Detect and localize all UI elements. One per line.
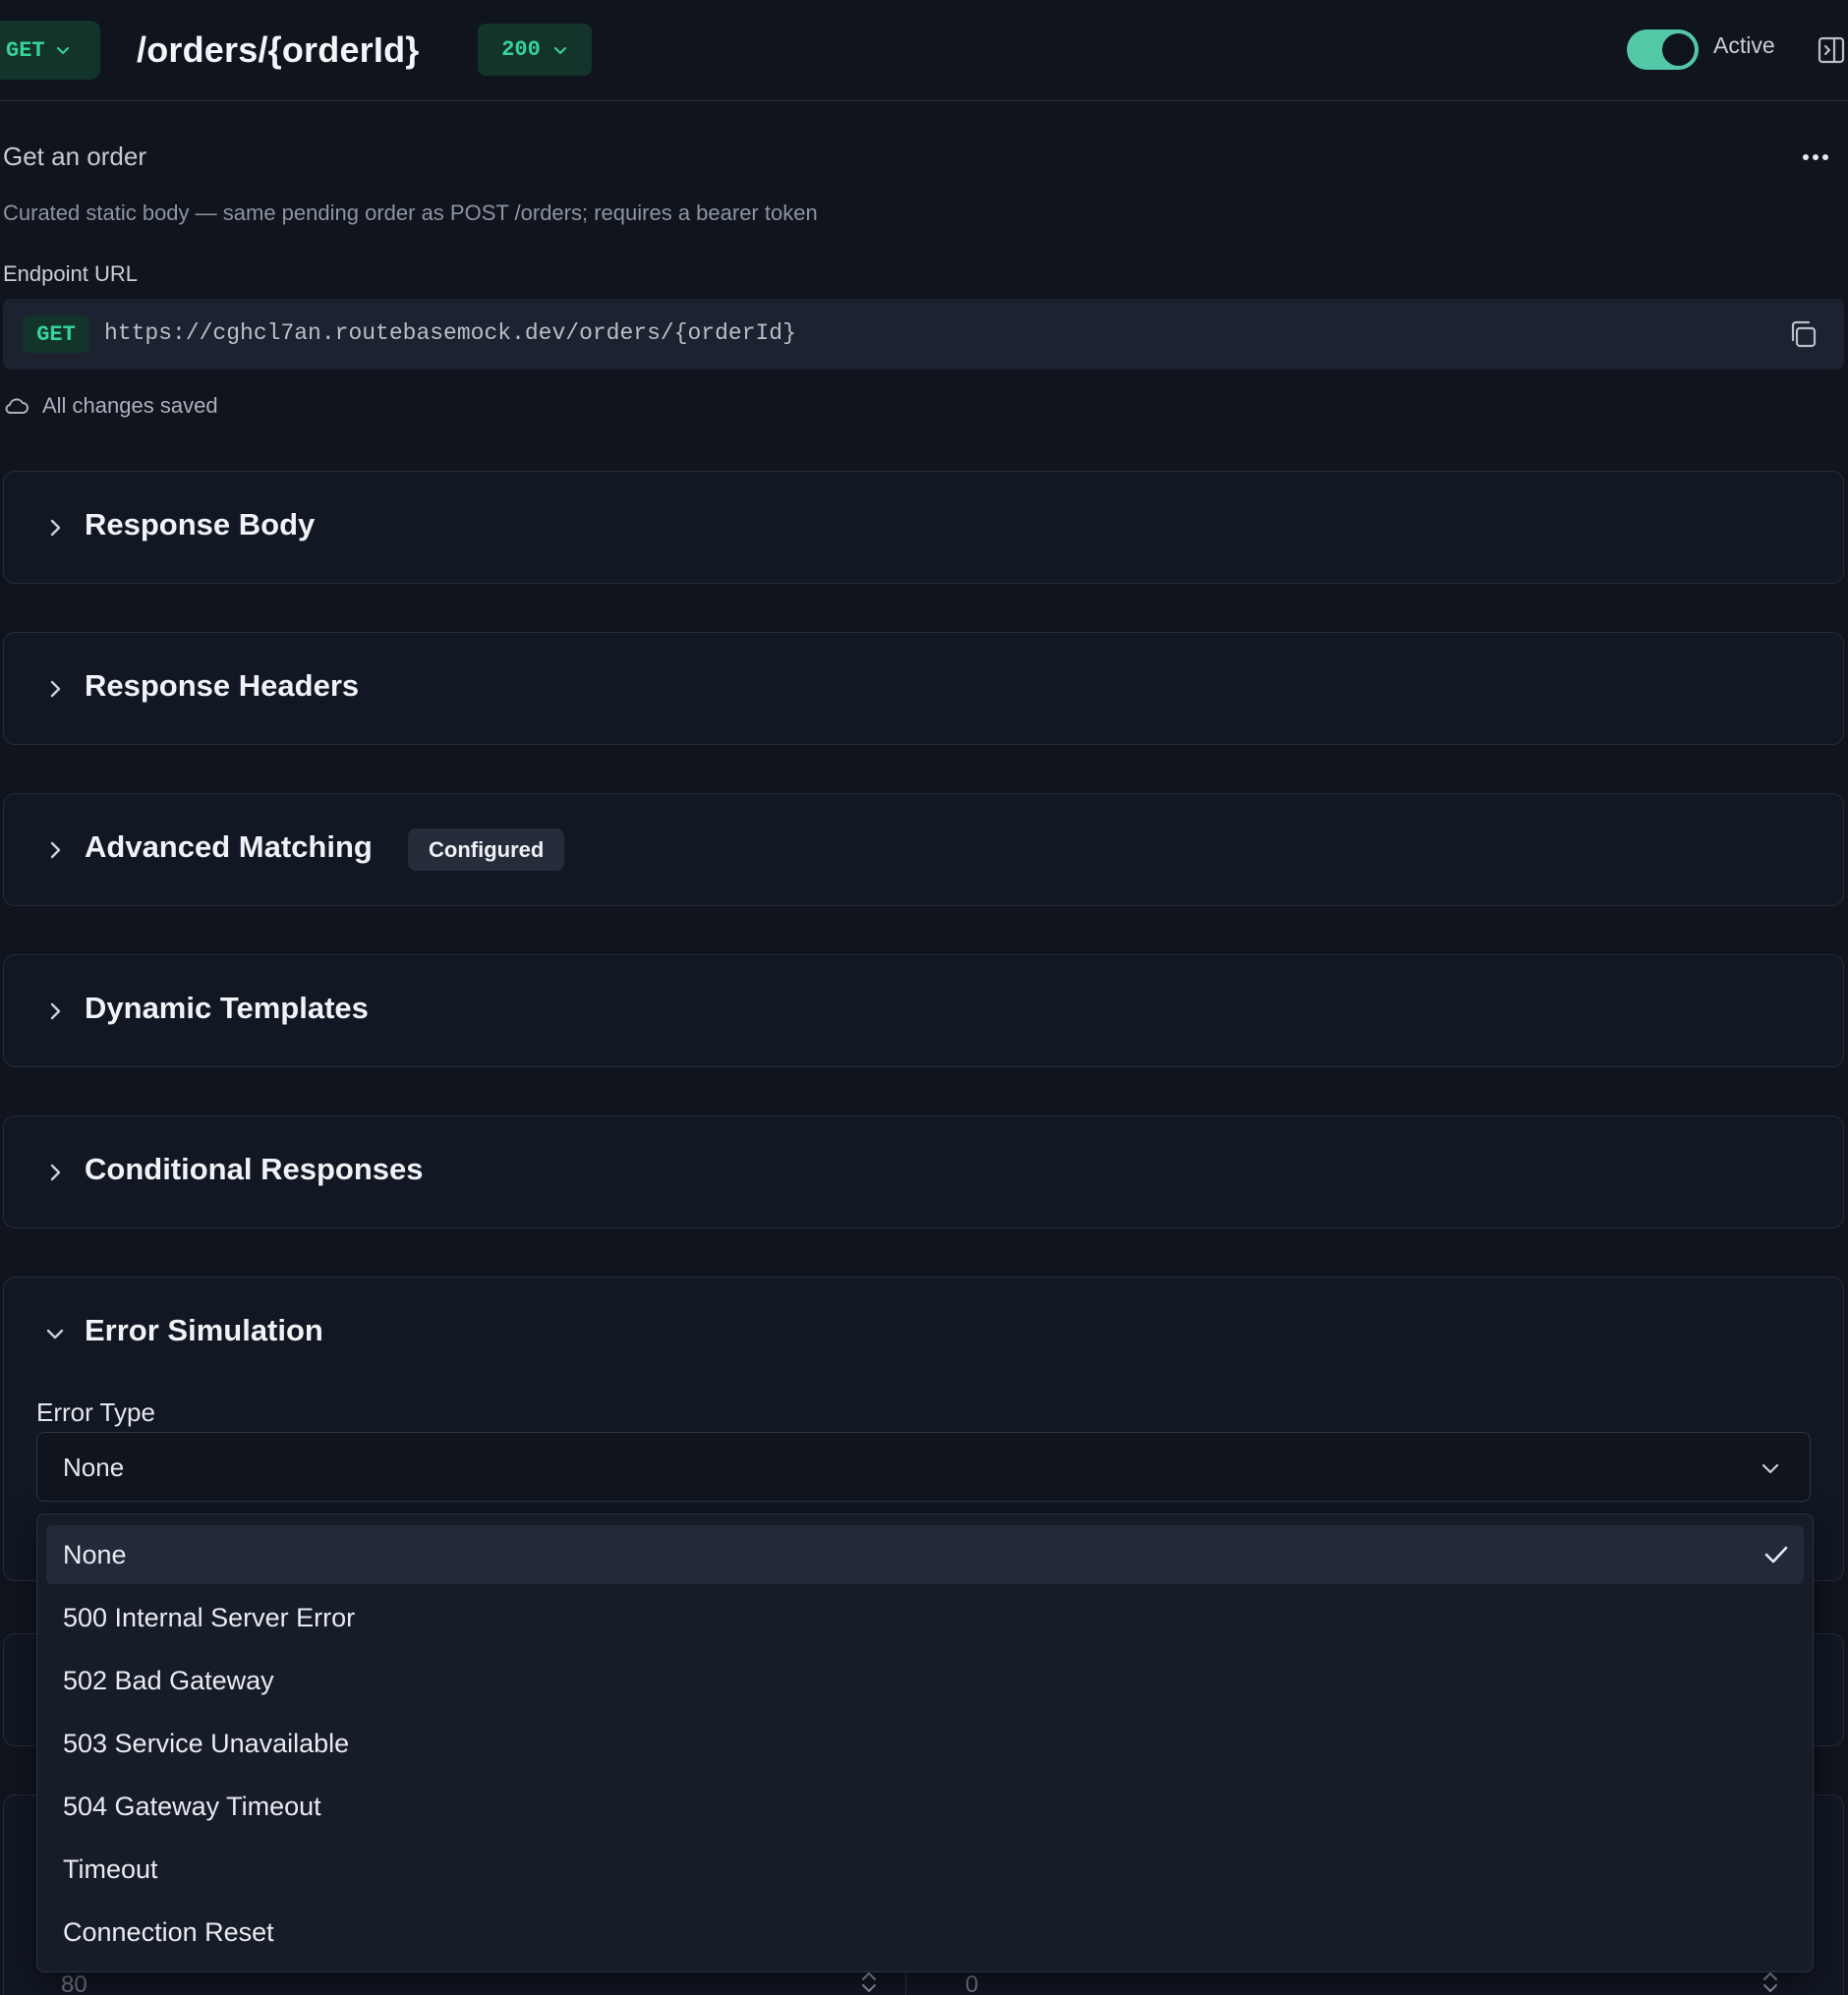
section-dynamic-templates[interactable]: Dynamic Templates [3,954,1844,1067]
chevron-right-icon [50,519,61,537]
section-title: Response Body [85,507,316,542]
section-header[interactable]: Error Simulation [4,1278,1843,1391]
collapse-panel-icon[interactable] [1818,35,1845,65]
section-response-headers[interactable]: Response Headers [3,632,1844,745]
menu-item-502[interactable]: 502 Bad Gateway [46,1651,1804,1710]
section-title: Advanced Matching [85,829,373,864]
save-status: All changes saved [3,393,218,419]
endpoint-description[interactable]: Curated static body — same pending order… [3,200,818,226]
endpoint-path: /orders/{orderId} [137,29,420,70]
url-method-badge: GET [23,315,89,353]
menu-item-label: 504 Gateway Timeout [63,1792,321,1821]
chevron-down-icon [56,47,69,54]
error-type-menu: None 500 Internal Server Error 502 Bad G… [36,1513,1814,1972]
chevron-down-icon [553,46,566,54]
copy-icon[interactable] [1787,318,1819,350]
menu-item-label: 502 Bad Gateway [63,1666,274,1695]
section-title: Error Simulation [85,1313,323,1347]
chevron-down-icon [1761,1463,1779,1474]
status-code-dropdown[interactable]: 200 [478,24,592,76]
chevron-right-icon [50,1002,61,1020]
endpoint-summary[interactable]: Get an order [3,142,146,172]
toggle-knob [1662,33,1695,66]
header-bar: GET /orders/{orderId} 200 Active [0,0,1848,101]
chevron-right-icon [50,680,61,698]
error-type-label: Error Type [36,1397,155,1427]
section-response-body[interactable]: Response Body [3,471,1844,584]
status-code-label: 200 [501,37,541,62]
section-title: Response Headers [85,668,360,703]
stepper-icon[interactable] [859,1969,879,1995]
menu-item-label: 503 Service Unavailable [63,1729,350,1758]
menu-item-none[interactable]: None [46,1525,1804,1584]
menu-item-504[interactable]: 504 Gateway Timeout [46,1777,1804,1836]
numeric-input-value[interactable]: 0 [965,1971,978,1995]
endpoint-url[interactable]: https://cghcl7an.routebasemock.dev/order… [104,320,796,346]
numeric-input-value[interactable]: 80 [61,1971,87,1995]
menu-item-label: 500 Internal Server Error [63,1603,356,1632]
section-title: Conditional Responses [85,1152,424,1186]
endpoint-url-label: Endpoint URL [3,261,138,286]
menu-item-503[interactable]: 503 Service Unavailable [46,1714,1804,1773]
more-options-icon[interactable] [1799,145,1832,169]
active-toggle[interactable] [1627,29,1699,70]
configured-badge: Configured [408,828,565,871]
menu-item-label: Timeout [63,1854,158,1884]
menu-item-connection-reset[interactable]: Connection Reset [46,1903,1804,1962]
section-advanced-matching[interactable]: Advanced Matching Configured [3,793,1844,906]
endpoint-url-box: GET https://cghcl7an.routebasemock.dev/o… [3,299,1844,370]
stepper-icon[interactable] [1761,1969,1780,1995]
active-label: Active [1713,32,1775,58]
menu-item-timeout[interactable]: Timeout [46,1840,1804,1899]
menu-item-500[interactable]: 500 Internal Server Error [46,1588,1804,1647]
check-icon [1764,1546,1788,1564]
endpoint-editor: GET /orders/{orderId} 200 Active Get an … [0,0,1848,1995]
chevron-down-icon [46,1329,64,1340]
section-title: Dynamic Templates [85,991,369,1025]
method-label: GET [6,37,45,63]
save-status-text: All changes saved [42,393,218,418]
menu-item-label: None [63,1540,127,1569]
error-type-select[interactable]: None [36,1432,1811,1502]
method-dropdown[interactable]: GET [0,21,100,80]
chevron-right-icon [50,841,61,859]
cloud-icon [5,398,29,414]
error-type-value: None [63,1453,125,1482]
section-conditional-responses[interactable]: Conditional Responses [3,1115,1844,1228]
chevron-right-icon [50,1164,61,1181]
menu-item-label: Connection Reset [63,1917,274,1947]
